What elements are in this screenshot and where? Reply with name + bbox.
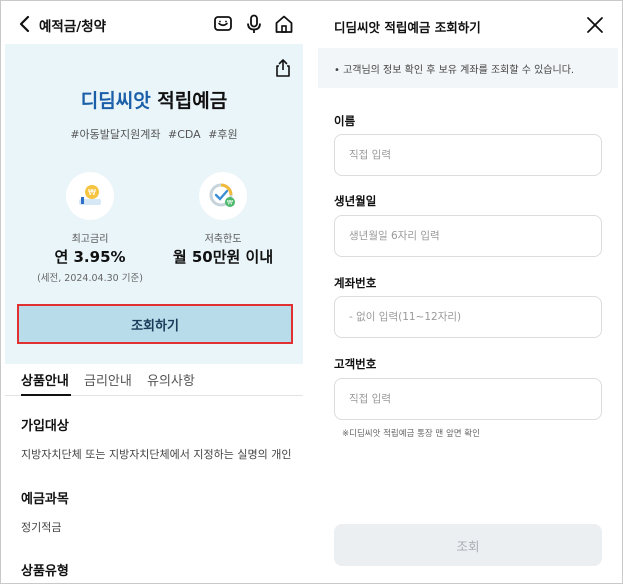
submit-inquiry-button[interactable]: 조회 [334,524,602,566]
page-title: 예적금/청약 [39,19,107,35]
name-input[interactable] [334,134,602,176]
max-rate-note: (세전, 2024.04.30 기준) [37,273,143,284]
inquiry-button[interactable]: 조회하기 [17,304,293,344]
svg-text:₩: ₩ [227,200,233,207]
microphone-icon[interactable] [243,13,265,35]
customer-number-input[interactable] [334,378,602,420]
share-icon[interactable] [273,58,293,78]
eligibility-text: 지방자치단체 또는 지방자치단체에서 지정하는 실명의 개인 [21,448,292,461]
product-name-rest: 적립예금 [150,90,228,112]
name-label: 이름 [334,114,356,128]
product-title: 디딤씨앗 적립예금 [5,86,303,113]
max-rate-label: 최고금리 [71,234,109,245]
interest-rate-icon: ₩ [66,172,114,220]
product-tabs: 상품안내 금리안내 유의사항 [5,364,303,396]
inquiry-notice: • 고객님의 정보 확인 후 보유 계좌를 조회할 수 있습니다. [318,48,618,88]
inquiry-panel: 디딤씨앗 적립예금 조회하기 • 고객님의 정보 확인 후 보유 계좌를 조회할… [318,4,618,580]
deposit-type-title: 예금과목 [21,492,69,507]
home-icon[interactable] [273,13,295,35]
product-type-title: 상품유형 [21,564,69,579]
customer-number-hint: ※디딤씨앗 적립예금 통장 맨 앞면 확인 [342,429,480,439]
tab-product-info[interactable]: 상품안내 [21,370,69,389]
eligibility-title: 가입대상 [21,419,69,434]
top-app-bar: 예적금/청약 [5,4,303,44]
close-icon[interactable] [586,16,604,34]
savings-limit-value: 월 50만원 이내 [172,248,274,266]
account-number-label: 계좌번호 [334,276,377,290]
product-brand-name: 디딤씨앗 [80,90,151,112]
chatbot-icon[interactable] [212,13,234,35]
svg-text:₩: ₩ [88,188,96,197]
active-tab-indicator [21,394,71,396]
savings-limit-icon: ₩ [199,172,247,220]
product-hashtags: #아동발달지원계좌 #CDA #후원 [70,128,238,141]
inquiry-header: 디딤씨앗 적립예금 조회하기 [318,4,618,48]
inquiry-notice-text: • 고객님의 정보 확인 후 보유 계좌를 조회할 수 있습니다. [334,65,575,76]
deposit-type-text: 정기적금 [21,521,62,534]
account-number-input[interactable] [334,296,602,338]
product-detail-panel: 예적금/청약 디딤씨앗 적립예금 #아동발달지원계좌 #CDA #후원 ₩ ₩ … [5,4,303,580]
inquiry-title: 디딤씨앗 적립예금 조회하기 [334,20,481,35]
birthdate-input[interactable] [334,215,602,257]
birthdate-label: 생년월일 [334,194,377,208]
max-rate-value: 연 3.95% [54,248,126,266]
tab-precautions[interactable]: 유의사항 [147,370,195,389]
back-arrow-icon[interactable] [17,15,33,33]
product-hero: 디딤씨앗 적립예금 #아동발달지원계좌 #CDA #후원 ₩ ₩ 최고금리 연 … [5,44,303,364]
savings-limit-label: 저축한도 [204,234,242,245]
customer-number-label: 고객번호 [334,357,377,371]
tab-rate-info[interactable]: 금리안내 [84,370,132,389]
